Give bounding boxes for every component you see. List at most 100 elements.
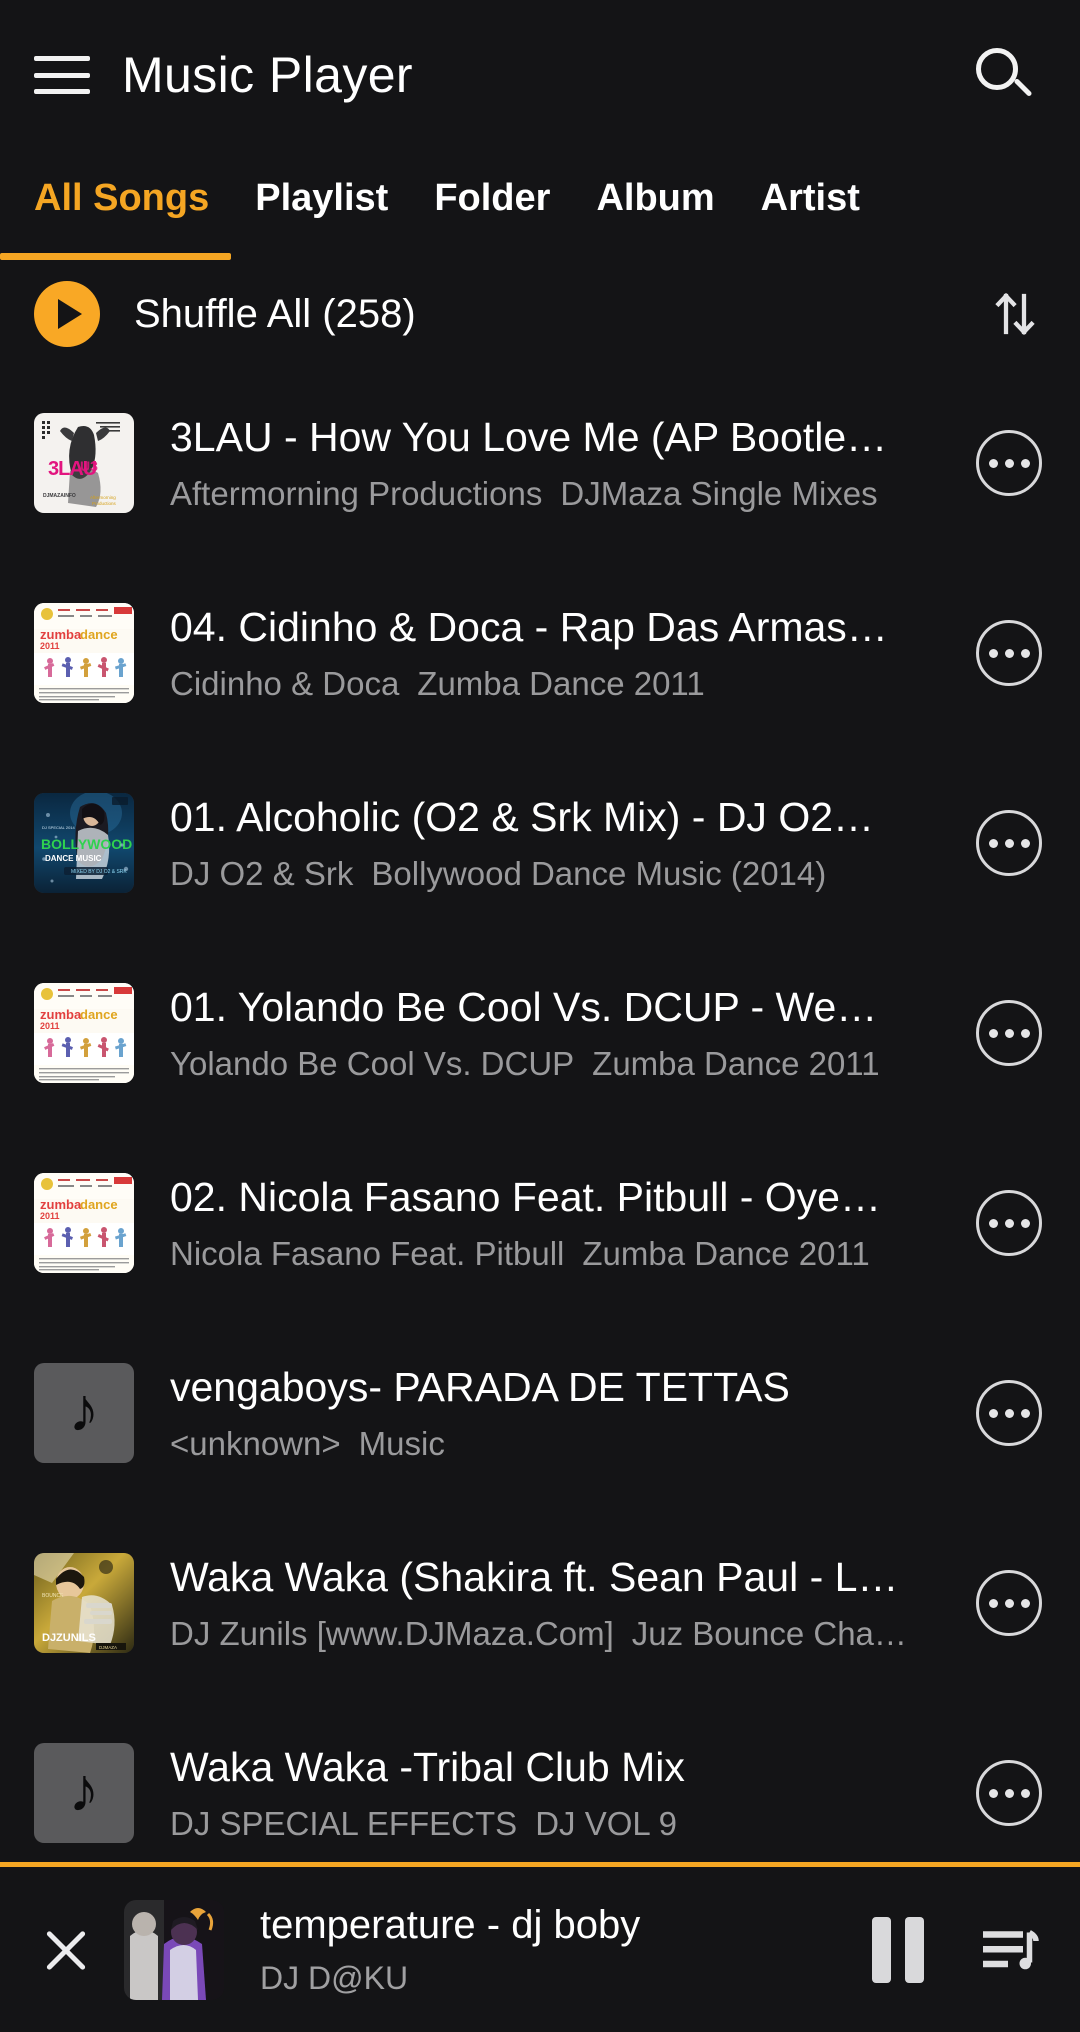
tab-playlist[interactable]: Playlist — [255, 150, 388, 260]
song-album: Juz Bounce Cha… — [631, 1614, 907, 1652]
song-text: Waka Waka (Shakira ft. Sean Paul - L… DJ … — [170, 1553, 976, 1652]
song-meta: DJ Zunils [www.DJMaza.Com] Juz Bounce Cha… — [170, 1615, 958, 1653]
now-playing-text: temperature - dj boby DJ D@KU — [260, 1903, 872, 1997]
more-options-icon[interactable] — [976, 1000, 1042, 1066]
song-meta: Cidinho & Doca Zumba Dance 2011 — [170, 665, 958, 703]
song-row[interactable]: BOLLYWOOD DANCE MUSIC DJ SPECIAL 2014 MI… — [0, 748, 1080, 938]
svg-text:2011: 2011 — [40, 641, 60, 651]
song-row[interactable]: zumba dance 2011 — [0, 938, 1080, 1128]
more-options-icon[interactable] — [976, 430, 1042, 496]
song-title: 01. Yolando Be Cool Vs. DCUP - We… — [170, 984, 878, 1031]
song-row[interactable]: zumba dance 2011 — [0, 1128, 1080, 1318]
song-title: 3LAU - How You Love Me (AP Bootle… — [170, 414, 888, 461]
music-note-icon: ♪ — [34, 1743, 134, 1843]
song-meta: <unknown> Music — [170, 1425, 958, 1463]
tab-active-indicator — [0, 253, 232, 260]
song-text: 04. Cidinho & Doca - Rap Das Armas… Cidin… — [170, 603, 976, 702]
song-title: vengaboys- PARADA DE TETTAS — [170, 1364, 790, 1411]
svg-text:DJ SPECIAL 2014: DJ SPECIAL 2014 — [42, 825, 76, 830]
song-album: Music — [358, 1424, 445, 1462]
svg-text:DJMAZAINFO: DJMAZAINFO — [43, 493, 76, 499]
song-list: 3LAU U3 DJMAZAINFO Aftermorning Producti… — [0, 368, 1080, 1888]
song-text: 01. Alcoholic (O2 & Srk Mix) - DJ O2… DJ … — [170, 793, 976, 892]
song-text: Waka Waka -Tribal Club Mix DJ SPECIAL EFF… — [170, 1743, 976, 1842]
now-playing-title: temperature - dj boby — [260, 1902, 641, 1947]
tab-artist[interactable]: Artist — [761, 150, 860, 260]
now-playing-bar: temperature - dj boby DJ D@KU — [0, 1862, 1080, 2032]
svg-text:Productions: Productions — [92, 501, 117, 506]
search-icon-ring — [976, 48, 1018, 90]
search-icon[interactable] — [968, 40, 1038, 110]
song-artist: Cidinho & Doca — [170, 664, 400, 702]
now-playing-artist: DJ D@KU — [260, 1959, 409, 1996]
song-artist: DJ Zunils [www.DJMaza.Com] — [170, 1614, 614, 1652]
music-player-screen: Music Player All Songs Playlist Folder Albu… — [0, 0, 1080, 2032]
tab-album[interactable]: Album — [596, 150, 714, 260]
pause-icon[interactable] — [872, 1916, 928, 1983]
album-art: zumba dance 2011 — [34, 1173, 134, 1273]
close-icon[interactable] — [30, 1914, 102, 1986]
svg-text:dance: dance — [80, 627, 118, 642]
song-artist: <unknown> — [170, 1424, 341, 1462]
more-options-icon[interactable] — [976, 810, 1042, 876]
svg-text:dance: dance — [80, 1197, 118, 1212]
more-options-icon[interactable] — [976, 1760, 1042, 1826]
play-icon[interactable] — [34, 281, 100, 347]
queue-list-icon[interactable] — [976, 1920, 1040, 1980]
song-meta: DJ SPECIAL EFFECTS DJ VOL 9 — [170, 1805, 958, 1843]
song-meta: Yolando Be Cool Vs. DCUP Zumba Dance 2011 — [170, 1045, 958, 1083]
music-note-glyph: ♪ — [68, 1376, 100, 1445]
sort-arrows-icon[interactable] — [988, 287, 1042, 341]
tab-folder[interactable]: Folder — [434, 150, 550, 260]
song-artist: DJ O2 & Srk — [170, 854, 354, 892]
song-album: DJ VOL 9 — [535, 1804, 678, 1842]
song-row[interactable]: ♪ Waka Waka -Tribal Club Mix DJ SPECIAL EF… — [0, 1698, 1080, 1888]
more-options-icon[interactable] — [976, 620, 1042, 686]
svg-text:U3: U3 — [80, 458, 98, 474]
album-art: zumba dance 2011 — [34, 603, 134, 703]
song-title: 02. Nicola Fasano Feat. Pitbull - Oye… — [170, 1174, 881, 1221]
svg-text:Aftermorning: Aftermorning — [90, 495, 116, 500]
music-note-glyph: ♪ — [68, 1756, 100, 1825]
song-text: 02. Nicola Fasano Feat. Pitbull - Oye… Ni… — [170, 1173, 976, 1272]
song-title: 01. Alcoholic (O2 & Srk Mix) - DJ O2… — [170, 794, 875, 841]
song-title: 04. Cidinho & Doca - Rap Das Armas… — [170, 604, 888, 651]
song-row[interactable]: ♪ vengaboys- PARADA DE TETTAS <unknown> Mus… — [0, 1318, 1080, 1508]
shuffle-all-label: Shuffle All (258) — [134, 291, 416, 336]
song-title: Waka Waka (Shakira ft. Sean Paul - L… — [170, 1554, 899, 1601]
more-options-icon[interactable] — [976, 1570, 1042, 1636]
song-row[interactable]: 3LAU U3 DJMAZAINFO Aftermorning Producti… — [0, 368, 1080, 558]
song-artist: Yolando Be Cool Vs. DCUP — [170, 1044, 575, 1082]
song-album: Zumba Dance 2011 — [592, 1044, 880, 1082]
svg-text:dance: dance — [80, 1007, 118, 1022]
svg-text:DANCE MUSIC: DANCE MUSIC — [45, 854, 102, 863]
svg-text:zumba: zumba — [40, 1197, 82, 1212]
tab-bar: All Songs Playlist Folder Album Artist — [0, 150, 1080, 260]
svg-text:BOUNCE: BOUNCE — [42, 1593, 64, 1599]
song-meta: Aftermorning Productions DJMaza Single Mi… — [170, 475, 958, 513]
svg-text:zumba: zumba — [40, 627, 82, 642]
album-art: zumba dance 2011 — [34, 983, 134, 1083]
song-row[interactable]: DJZUNILS DJMAZA BOUNCE Waka Waka (Shakir… — [0, 1508, 1080, 1698]
app-bar: Music Player — [0, 0, 1080, 150]
more-options-icon[interactable] — [976, 1190, 1042, 1256]
song-meta: Nicola Fasano Feat. Pitbull Zumba Dance 2… — [170, 1235, 958, 1273]
song-text: 01. Yolando Be Cool Vs. DCUP - We… Yoland… — [170, 983, 976, 1082]
hamburger-menu-icon[interactable] — [34, 50, 96, 100]
song-row[interactable]: zumba dance 2011 — [0, 558, 1080, 748]
now-playing-album-art — [124, 1899, 224, 2000]
now-playing-content[interactable]: temperature - dj boby DJ D@KU — [0, 1867, 1080, 2032]
svg-text:DJMAZA: DJMAZA — [99, 1645, 117, 1650]
tab-all-songs[interactable]: All Songs — [34, 150, 209, 260]
svg-text:BOLLYWOOD: BOLLYWOOD — [41, 836, 132, 852]
svg-text:2011: 2011 — [40, 1211, 60, 1221]
album-art: BOLLYWOOD DANCE MUSIC DJ SPECIAL 2014 MI… — [34, 793, 134, 893]
more-options-icon[interactable] — [976, 1380, 1042, 1446]
search-icon-handle — [1013, 77, 1033, 98]
song-artist: DJ SPECIAL EFFECTS — [170, 1804, 518, 1842]
svg-text:zumba: zumba — [40, 1007, 82, 1022]
shuffle-all-row[interactable]: Shuffle All (258) — [0, 260, 1080, 368]
song-album: DJMaza Single Mixes — [560, 474, 878, 512]
song-album: Zumba Dance 2011 — [582, 1234, 870, 1272]
song-album: Bollywood Dance Music (2014) — [371, 854, 827, 892]
